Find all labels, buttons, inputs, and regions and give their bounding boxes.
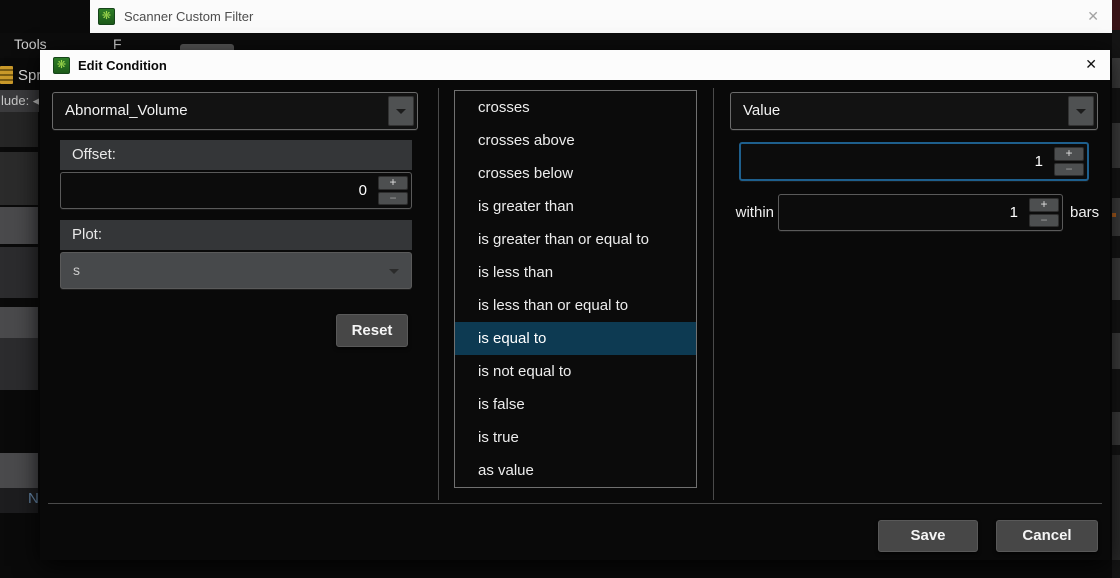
cancel-button[interactable]: Cancel: [996, 520, 1098, 552]
plot-dropdown[interactable]: s: [60, 252, 412, 289]
plot-dropdown-value: s: [73, 253, 80, 288]
background-orange-dot: [1112, 213, 1116, 217]
background-strip-segment: [1112, 258, 1120, 300]
offset-input[interactable]: 0 + −: [60, 172, 412, 209]
operator-list-item[interactable]: is false: [455, 388, 696, 421]
scanner-window-title: Scanner Custom Filter: [124, 9, 253, 24]
offset-spinner: + −: [378, 176, 408, 205]
dialog-body: Abnormal_Volume Offset: 0 + − Plot: s Re…: [40, 80, 1110, 560]
within-input-value: 1: [1010, 195, 1018, 230]
operator-list-item[interactable]: crosses above: [455, 124, 696, 157]
chevron-down-icon: [396, 109, 406, 114]
edit-condition-dialog: ❋ Edit Condition ✕ Abnormal_Volume Offse…: [40, 50, 1110, 560]
spinner-minus-button[interactable]: −: [378, 192, 408, 206]
operator-list-item[interactable]: as value: [455, 454, 696, 487]
value-spinner: + −: [1054, 147, 1084, 176]
app-icon: ❋: [53, 57, 70, 74]
compare-combobox-button[interactable]: [1068, 96, 1094, 126]
background-red-fragment: [1112, 0, 1120, 30]
operator-list-item[interactable]: is less than: [455, 256, 696, 289]
chevron-down-icon: [389, 269, 399, 274]
dialog-close-icon[interactable]: ✕: [1085, 56, 1097, 73]
operator-list-item[interactable]: is true: [455, 421, 696, 454]
spinner-plus-button[interactable]: +: [1029, 198, 1059, 212]
background-row: [0, 207, 38, 244]
background-row: [0, 247, 38, 298]
operator-list-item-selected[interactable]: is equal to: [455, 322, 696, 355]
within-input[interactable]: 1 + −: [778, 194, 1063, 231]
background-spr-row: Spr: [0, 62, 41, 88]
compare-combobox-value: Value: [743, 93, 780, 129]
within-label: within: [727, 194, 774, 231]
background-row: [0, 112, 38, 147]
spinner-minus-button[interactable]: −: [1029, 214, 1059, 228]
plot-label: Plot:: [60, 220, 412, 250]
value-input[interactable]: 1 + −: [739, 142, 1089, 181]
chevron-down-icon: [1076, 109, 1086, 114]
bars-label: bars: [1070, 194, 1099, 231]
value-input-value: 1: [1035, 144, 1043, 179]
operator-list-item[interactable]: crosses: [455, 91, 696, 124]
study-combobox-button[interactable]: [388, 96, 414, 126]
background-row: N: [0, 488, 38, 513]
operator-list-item[interactable]: is less than or equal to: [455, 289, 696, 322]
background-lude-bar: lude: ◂: [0, 90, 39, 112]
scanner-window-titlebar[interactable]: ❋ Scanner Custom Filter ✕: [90, 0, 1113, 33]
operator-list-item[interactable]: crosses below: [455, 157, 696, 190]
panel-divider: [713, 88, 714, 500]
background-strip-segment: [1112, 198, 1120, 236]
background-row: [0, 453, 38, 488]
background-strip-segment: [1112, 333, 1120, 369]
study-combobox[interactable]: Abnormal_Volume: [52, 92, 418, 130]
save-button[interactable]: Save: [878, 520, 978, 552]
within-spinner: + −: [1029, 198, 1059, 227]
scanner-close-icon[interactable]: ✕: [1087, 8, 1099, 25]
background-strip-segment: [1112, 412, 1120, 445]
spinner-plus-button[interactable]: +: [1054, 147, 1084, 161]
offset-label: Offset:: [60, 140, 412, 170]
spr-label: Spr: [18, 67, 41, 84]
offset-input-value: 0: [359, 173, 367, 208]
list-icon: [0, 66, 13, 84]
dialog-title: Edit Condition: [78, 58, 167, 73]
operator-list-item[interactable]: is greater than or equal to: [455, 223, 696, 256]
app-icon: ❋: [98, 8, 115, 25]
background-strip-segment: [1112, 123, 1120, 168]
background-row: [0, 338, 38, 390]
operator-list[interactable]: crosses crosses above crosses below is g…: [454, 90, 697, 488]
operator-list-item[interactable]: is greater than: [455, 190, 696, 223]
footer-separator: [48, 503, 1102, 504]
screen: ❋ Scanner Custom Filter ✕ Tools F Spr lu…: [0, 0, 1120, 578]
spinner-plus-button[interactable]: +: [378, 176, 408, 190]
operator-list-item[interactable]: is not equal to: [455, 355, 696, 388]
background-row: [0, 307, 38, 338]
spinner-minus-button[interactable]: −: [1054, 163, 1084, 177]
reset-button[interactable]: Reset: [336, 314, 408, 347]
background-right-strip: [1112, 0, 1120, 578]
study-combobox-value: Abnormal_Volume: [65, 93, 188, 129]
background-strip-segment: [1112, 455, 1120, 560]
dialog-titlebar[interactable]: ❋ Edit Condition ✕: [40, 50, 1110, 80]
panel-divider: [438, 88, 439, 500]
background-strip-segment: [1112, 58, 1120, 88]
compare-combobox[interactable]: Value: [730, 92, 1098, 130]
background-n-label: N: [28, 490, 39, 507]
background-row: [0, 152, 38, 205]
